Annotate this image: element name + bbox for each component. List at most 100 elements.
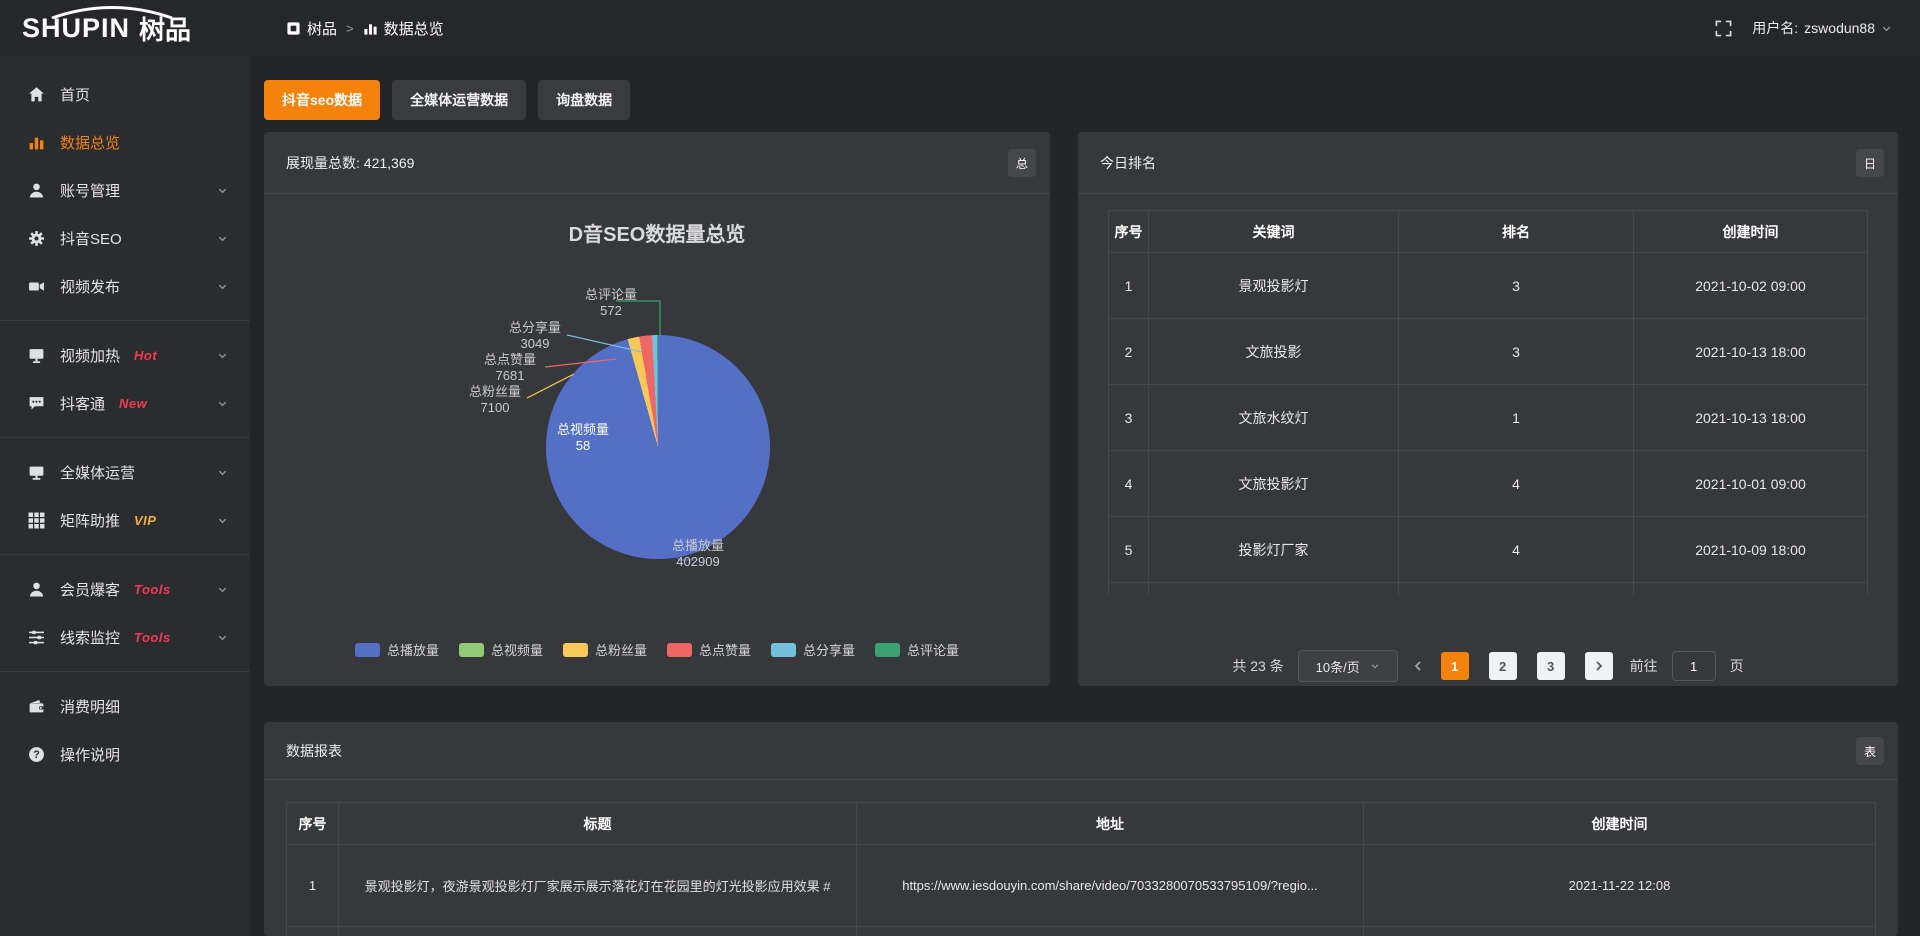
table-row: 3文旅水纹灯12021-10-13 18:00 [1109,385,1868,451]
chevron-down-icon [217,398,228,409]
tools-badge: Tools [134,630,171,645]
video-title-cell: 景观投影灯，夜游景观投影灯厂家展示展示落花灯在花园里的灯光投影应用效果 # [339,845,857,927]
tab-inquiry-data[interactable]: 询盘数据 [538,80,630,120]
chevron-down-icon [1370,661,1380,671]
sliders-icon [27,628,46,647]
logo-arc [46,6,178,19]
goto-page-input[interactable]: 1 [1672,651,1716,681]
legend-item-videos[interactable]: 总视频量 [459,640,543,659]
app-square-icon [286,21,301,36]
fullscreen-icon[interactable] [1715,20,1732,37]
next-page-button[interactable] [1585,652,1613,680]
page-button-3[interactable]: 3 [1537,652,1565,680]
sidebar-item-expense-detail[interactable]: 消费明细 [0,682,250,730]
pie-label-plays: 总播放量 402909 [643,538,753,570]
page-button-2[interactable]: 2 [1489,652,1517,680]
report-title: 数据报表 [286,741,342,761]
sidebar-item-video-heat[interactable]: 视频加热 Hot [0,331,250,379]
legend-item-shares[interactable]: 总分享量 [771,640,855,659]
display-icon [27,346,46,365]
day-view-button[interactable]: 日 [1856,149,1884,177]
bar-chart-icon [27,133,46,152]
page-button-1[interactable]: 1 [1441,652,1469,680]
table-header-row: 序号 标题 地址 创建时间 [287,803,1876,845]
legend-swatch [667,643,692,657]
vip-badge: VIP [134,513,156,528]
sidebar-item-home[interactable]: 首页 [0,70,250,118]
legend-swatch [771,643,796,657]
pie-label-shares: 总分享量 3049 [480,320,590,352]
page-size-select[interactable]: 10条/页 [1298,650,1398,682]
bar-chart-icon [363,21,378,36]
ranking-body: 序号 关键词 排名 创建时间 1景观投影灯32021-10-02 09:00 2… [1078,210,1898,701]
sidebar-divider [0,554,250,555]
legend-swatch [563,643,588,657]
sidebar-item-data-overview[interactable]: 数据总览 [0,118,250,166]
impressions-total-label: 展现量总数: 421,369 [286,153,414,173]
ranking-panel-header: 今日排名 [1078,132,1898,194]
home-icon [27,85,46,104]
table-header-row: 序号 关键词 排名 创建时间 [1109,211,1868,253]
breadcrumb: 树品 > 数据总览 [286,18,444,39]
app-logo: SHUPIN 树品 [0,0,250,56]
chevron-down-icon [217,467,228,478]
user-menu[interactable]: 用户名: zswodun88 [1752,18,1892,38]
sidebar-menu: 首页 数据总览 账号管理 抖音SEO 视频发布 视频加热 Hot [0,56,250,778]
total-count-label: 共 23 条 [1232,656,1283,676]
breadcrumb-root[interactable]: 树品 [286,18,337,39]
chevron-down-icon [217,350,228,361]
seo-chart-panel: 展现量总数: 421,369 总 D音SEO数据量总览 总评论量 572 [264,132,1050,686]
sidebar-item-instructions[interactable]: ? 操作说明 [0,730,250,778]
hot-badge: Hot [134,348,157,363]
chevron-down-icon [217,632,228,643]
data-report-panel: 数据报表 表 序号 标题 地址 创建时间 1 景观投影灯，夜游景观投影灯厂家展示… [264,722,1898,936]
tab-douyin-seo-data[interactable]: 抖音seo数据 [264,80,380,120]
sidebar-item-account[interactable]: 账号管理 [0,166,250,214]
grid-icon [27,511,46,530]
legend-item-plays[interactable]: 总播放量 [355,640,439,659]
chevron-down-icon [1881,23,1892,34]
legend-item-fans[interactable]: 总粉丝量 [563,640,647,659]
video-url-link[interactable]: https://www.iesdouyin.com/share/video/70… [857,845,1364,927]
pagination: 共 23 条 10条/页 1 2 3 前往 1 页 [1078,650,1898,682]
chart-legend: 总播放量 总视频量 总粉丝量 总点赞量 总分享量 总评论量 [264,640,1050,659]
sidebar-item-media-ops[interactable]: 全媒体运营 [0,448,250,496]
sidebar-divider [0,320,250,321]
chevron-down-icon [217,281,228,292]
table-row-partial [1109,583,1868,597]
sidebar-item-douketong[interactable]: 抖客通 New [0,379,250,427]
main-content: 抖音seo数据 全媒体运营数据 询盘数据 展现量总数: 421,369 总 D音… [250,56,1920,936]
prev-page-button[interactable] [1412,660,1424,672]
sidebar-item-video-publish[interactable]: 视频发布 [0,262,250,310]
ranking-table: 序号 关键词 排名 创建时间 1景观投影灯32021-10-02 09:00 2… [1108,210,1868,596]
chat-icon [27,394,46,413]
top-bar: SHUPIN 树品 树品 > 数据总览 用户名: zswodun88 [0,0,1920,56]
chevron-down-icon [217,233,228,244]
user-icon [27,181,46,200]
breadcrumb-current[interactable]: 数据总览 [363,18,444,39]
table-row: 2文旅投影32021-10-13 18:00 [1109,319,1868,385]
monitor-icon [27,463,46,482]
chevron-down-icon [217,515,228,526]
sidebar-item-member-burst[interactable]: 会员爆客 Tools [0,565,250,613]
chevron-down-icon [217,185,228,196]
legend-item-likes[interactable]: 总点赞量 [667,640,751,659]
topbar-right: 用户名: zswodun88 [1715,18,1920,38]
tools-badge: Tools [134,582,171,597]
pie-label-fans: 总粉丝量 7100 [440,384,550,416]
new-badge: New [119,396,147,411]
pie-label-videos: 总视频量 58 [528,422,638,454]
data-tabs: 抖音seo数据 全媒体运营数据 询盘数据 [264,80,1898,120]
sidebar-item-lead-monitor[interactable]: 线索监控 Tools [0,613,250,661]
sidebar-item-douyin-seo[interactable]: 抖音SEO [0,214,250,262]
legend-item-comments[interactable]: 总评论量 [875,640,959,659]
tab-media-ops-data[interactable]: 全媒体运营数据 [392,80,526,120]
sidebar-item-matrix-boost[interactable]: 矩阵助推 VIP [0,496,250,544]
table-row: 1 景观投影灯，夜游景观投影灯厂家展示展示落花灯在花园里的灯光投影应用效果 # … [287,845,1876,927]
table-view-button[interactable]: 表 [1856,737,1884,765]
legend-swatch [355,643,380,657]
total-view-button[interactable]: 总 [1008,149,1036,177]
table-row: 5投影灯厂家42021-10-09 18:00 [1109,517,1868,583]
report-panel-header: 数据报表 [264,722,1898,780]
ranking-title: 今日排名 [1100,153,1156,173]
